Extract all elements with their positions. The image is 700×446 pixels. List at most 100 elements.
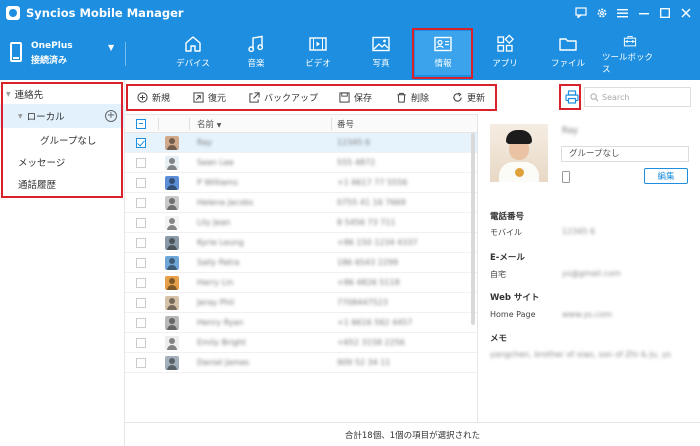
search-input[interactable] [602, 92, 682, 102]
contact-number: 186 6543 2299 [337, 258, 399, 267]
table-row[interactable]: Helena Jacobs 0755 41 16 7669 [125, 193, 477, 213]
table-row[interactable]: Sally Patra 186 6543 2299 [125, 253, 477, 273]
table-row[interactable]: Emily Bright +652 3158 2256 [125, 333, 477, 353]
print-button[interactable] [562, 88, 582, 106]
column-header-name[interactable]: 名前 ▼ [197, 118, 221, 130]
menu-icon[interactable] [614, 4, 631, 21]
contact-number: +86 4826 5118 [337, 278, 400, 287]
app-logo-icon [6, 6, 20, 20]
select-all-checkbox[interactable] [136, 119, 146, 129]
avatar [165, 336, 179, 350]
refresh-button[interactable]: 更新 [452, 90, 485, 104]
music-icon [248, 35, 264, 53]
memo-heading: メモ [490, 334, 508, 344]
tab-music[interactable]: 音楽 [228, 31, 284, 75]
contact-number: 8 5456 73 711 [337, 218, 396, 227]
row-checkbox[interactable] [136, 318, 146, 328]
row-checkbox[interactable] [136, 258, 146, 268]
contact-name: Jeray Phil [197, 298, 235, 307]
phone-icon [10, 42, 22, 62]
restore-button[interactable]: 復元 [193, 90, 226, 104]
tab-photo-label: 写真 [372, 59, 390, 69]
row-checkbox[interactable] [136, 238, 146, 248]
minimize-icon[interactable] [635, 4, 652, 21]
main-nav-bar: OnePlus 接続済み ▼ デバイス 音楽 ビデオ 写真 情報 アプリ ファイ… [0, 26, 700, 80]
tab-apps[interactable]: アプリ [477, 31, 533, 75]
image-icon [372, 36, 390, 52]
row-checkbox[interactable] [136, 278, 146, 288]
feedback-icon[interactable] [572, 4, 589, 21]
row-checkbox[interactable] [136, 298, 146, 308]
sidebar-item-messages[interactable]: メッセージ [0, 150, 125, 174]
tab-files[interactable]: ファイル [540, 31, 596, 75]
tab-photo[interactable]: 写真 [353, 31, 409, 75]
table-row[interactable]: Lily Jean 8 5456 73 711 [125, 213, 477, 233]
row-checkbox[interactable] [136, 338, 146, 348]
table-row[interactable]: Daniel James 909 52 34 11 [125, 353, 477, 373]
avatar [165, 156, 179, 170]
backup-button[interactable]: バックアップ [249, 90, 318, 104]
title-bar: Syncios Mobile Manager [0, 0, 700, 26]
sidebar-item-local[interactable]: ▼ ローカル + [0, 104, 125, 128]
tab-information[interactable]: 情報 [415, 31, 471, 75]
table-row[interactable]: Henry Ryan +1 6616 562 4457 [125, 313, 477, 333]
column-header-number[interactable]: 番号 [337, 118, 354, 130]
new-button[interactable]: 新規 [137, 90, 170, 104]
tab-video[interactable]: ビデオ [290, 31, 346, 75]
home-email-label: 自宅 [490, 270, 506, 279]
table-row[interactable]: Sean Lee 555 4872 [125, 153, 477, 173]
column-divider [158, 118, 159, 130]
settings-gear-icon[interactable] [593, 4, 610, 21]
homepage-value: www.ys.com [562, 310, 612, 319]
contact-detail-pane: Ray グループなし 編集 電話番号 モバイル 12345 6 E-メール 自宅… [477, 114, 700, 422]
contact-number: +1 6617 77 5556 [337, 178, 408, 187]
tab-toolbox[interactable]: ツールボックス [602, 31, 658, 75]
phone-heading: 電話番号 [490, 212, 525, 222]
nav-divider [125, 42, 126, 66]
contacts-table: 名前 ▼ 番号 Ray 12345 6 Sean Lee 555 4872 P … [125, 114, 477, 422]
device-selector[interactable]: OnePlus 接続済み ▼ [8, 40, 123, 66]
row-checkbox[interactable] [136, 358, 146, 368]
sidebar-item-no-group[interactable]: グループなし [0, 128, 125, 152]
sidebar-item-call-history[interactable]: 通話履歴 [0, 172, 125, 196]
save-button[interactable]: 保存 [339, 90, 372, 104]
tab-apps-label: アプリ [492, 59, 518, 69]
collapse-triangle-icon: ▼ [18, 112, 23, 120]
avatar [165, 216, 179, 230]
sidebar-item-label: ローカル [26, 112, 65, 123]
tab-music-label: 音楽 [247, 59, 265, 69]
table-row[interactable]: P Williams +1 6617 77 5556 [125, 173, 477, 193]
avatar [165, 356, 179, 370]
collapse-triangle-icon: ▼ [6, 90, 11, 98]
home-email-value: ys@gmail.com [562, 269, 621, 278]
website-heading: Web サイト [490, 293, 540, 303]
group-selector[interactable]: グループなし [561, 146, 689, 162]
apps-icon [497, 34, 515, 52]
table-row[interactable]: Jeray Phil 7708447523 [125, 293, 477, 313]
table-row[interactable]: Kyrie Leung +86 150 1234 4337 [125, 233, 477, 253]
close-icon[interactable] [677, 4, 694, 21]
sidebar-item-contacts[interactable]: ▼ 連絡先 [0, 82, 125, 106]
avatar [165, 256, 179, 270]
row-checkbox[interactable] [136, 178, 146, 188]
add-group-icon[interactable]: + [105, 110, 117, 122]
contact-name: Daniel James [197, 358, 250, 367]
contact-name: Henry Ryan [197, 318, 244, 327]
row-checkbox[interactable] [136, 158, 146, 168]
row-checkbox[interactable] [136, 218, 146, 228]
tab-device[interactable]: デバイス [165, 31, 221, 75]
search-box [584, 87, 691, 107]
maximize-icon[interactable] [656, 4, 673, 21]
row-checkbox[interactable] [136, 198, 146, 208]
edit-button[interactable]: 編集 [644, 168, 688, 184]
table-row[interactable]: Ray 12345 6 [125, 133, 477, 153]
row-checkbox[interactable] [136, 138, 146, 148]
table-scrollbar[interactable] [471, 133, 475, 325]
chevron-down-icon: ▼ [108, 43, 115, 52]
window-controls [572, 4, 694, 21]
delete-button[interactable]: 削除 [396, 90, 429, 104]
printer-icon [565, 90, 579, 104]
refresh-icon [453, 91, 462, 102]
table-row[interactable]: Harry Lin +86 4826 5118 [125, 273, 477, 293]
toolbar: 新規 復元 バックアップ 保存 削除 更新 [125, 80, 700, 114]
